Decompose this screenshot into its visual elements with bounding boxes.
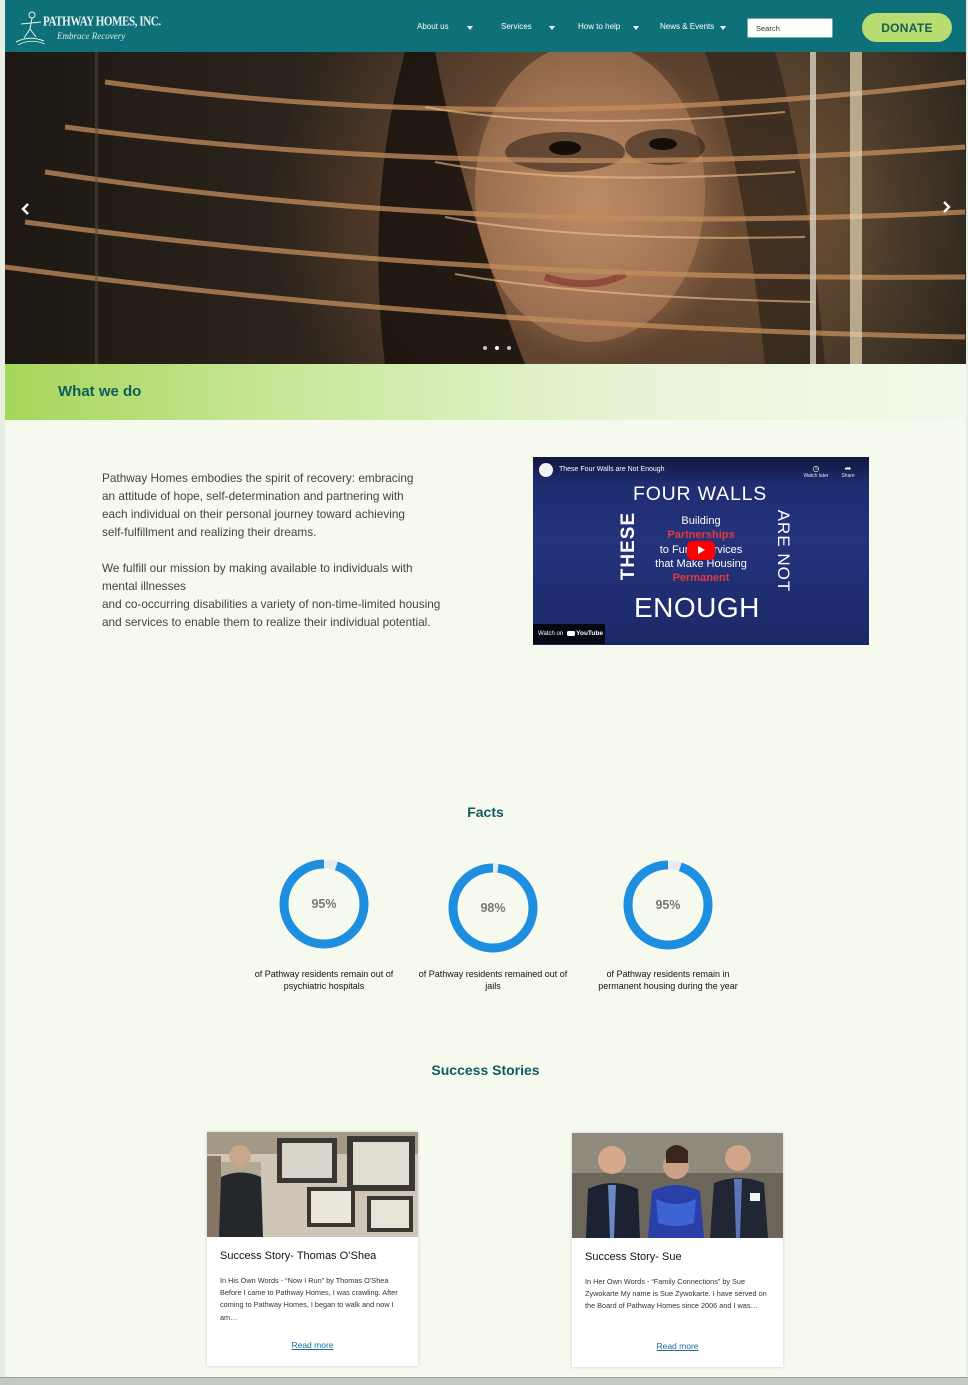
nav-news-events[interactable]: News & Events <box>660 22 714 36</box>
clock-icon: ◷ <box>812 464 820 473</box>
thumb-are-not: ARE NOT <box>774 509 793 593</box>
story-card-sue[interactable]: Success Story- Sue In Her Own Words - “F… <box>572 1133 783 1367</box>
fact-item-3: 95% of Pathway residents remain in perma… <box>598 857 738 991</box>
facts-title: Facts <box>467 804 504 820</box>
nav-news-events-label: News & Events <box>660 22 715 31</box>
site-header: PATHWAY HOMES, INC. Embrace Recovery Abo… <box>5 0 966 52</box>
nav-news-events-chevron-down-icon[interactable] <box>720 26 726 30</box>
fact-value-1: 95% <box>311 897 337 911</box>
window-bottom-strip <box>0 1377 968 1385</box>
story-image-sue[interactable] <box>572 1133 783 1238</box>
hero-carousel[interactable] <box>5 52 966 364</box>
mission-paragraph-1: Pathway Homes embodies the spirit of rec… <box>102 471 414 539</box>
thumb-enough: ENOUGH <box>634 592 760 623</box>
fact-caption-3: of Pathway residents remain in permanent… <box>598 969 738 991</box>
logo-figure-icon <box>15 11 45 45</box>
thumb-these: THESE <box>618 511 639 581</box>
read-more-link-sue[interactable]: Read more <box>572 1341 783 1351</box>
story-photo-sue <box>572 1133 783 1238</box>
fact-caption-1: of Pathway residents remain out of psych… <box>254 969 394 991</box>
nav-how-to-help-label: How to help <box>578 22 621 31</box>
story-photo-thomas <box>207 1132 418 1237</box>
nav-about-us[interactable]: About us <box>417 22 449 36</box>
logo-tagline: Embrace Recovery <box>57 31 126 41</box>
nav-about-us-chevron-down-icon[interactable] <box>467 26 473 30</box>
nav-how-to-help-chevron-down-icon[interactable] <box>633 26 639 30</box>
success-stories-title: Success Stories <box>431 1062 540 1078</box>
share-button[interactable]: ➦ Share <box>831 464 865 479</box>
nav-services-label: Services <box>501 22 532 31</box>
carousel-dot-1[interactable] <box>483 346 487 350</box>
nav-services[interactable]: Services <box>501 22 532 36</box>
fact-value-3: 95% <box>655 898 681 912</box>
nav-how-to-help[interactable]: How to help <box>578 22 620 36</box>
thumb-line-1: Building <box>681 515 721 527</box>
story-title-sue[interactable]: Success Story- Sue <box>585 1251 682 1263</box>
logo[interactable]: PATHWAY HOMES, INC. Embrace Recovery <box>15 11 161 45</box>
fact-value-2: 98% <box>480 901 506 915</box>
story-excerpt-sue: In Her Own Words - “Family Connections” … <box>585 1277 767 1311</box>
story-excerpt-thomas: In His Own Words - “Now I Run” by Thomas… <box>220 1276 398 1322</box>
nav-services-chevron-down-icon[interactable] <box>549 26 555 30</box>
watch-on-label: Watch on <box>538 631 564 637</box>
search-input[interactable] <box>747 18 833 38</box>
channel-avatar[interactable] <box>539 463 553 477</box>
share-icon: ➦ <box>844 464 852 473</box>
what-we-do-band: What we do <box>5 364 966 420</box>
video-embed[interactable]: These Four Walls are Not Enough ◷ Watch … <box>533 457 869 645</box>
story-card-thomas[interactable]: Success Story- Thomas O’Shea In His Own … <box>207 1132 418 1366</box>
mission-paragraph-2: We fulfill our mission by making availab… <box>102 561 441 629</box>
thumb-four-walls: FOUR WALLS <box>633 483 768 505</box>
carousel-dot-3[interactable] <box>507 346 511 350</box>
what-we-do-title: What we do <box>58 383 142 400</box>
fact-item-2: 98% of Pathway residents remained out of… <box>419 860 567 991</box>
watch-on-youtube-button[interactable]: Watch on YouTube <box>533 624 605 644</box>
carousel-dots <box>483 346 511 350</box>
donate-button[interactable]: DONATE <box>862 13 952 42</box>
watch-later-label: Watch later <box>803 473 829 479</box>
play-button[interactable] <box>687 541 715 560</box>
page: PATHWAY HOMES, INC. Embrace Recovery Abo… <box>5 0 966 1385</box>
carousel-prev-chevron-left-icon[interactable] <box>17 200 35 218</box>
thumb-line-5: Permanent <box>672 572 730 585</box>
share-label: Share <box>841 473 855 479</box>
fact-item-1: 95% of Pathway residents remain out of p… <box>254 856 394 991</box>
logo-name: PATHWAY HOMES, INC. <box>43 14 161 29</box>
mission-text: Pathway Homes embodies the spirit of rec… <box>102 469 462 649</box>
story-image-thomas[interactable] <box>207 1132 418 1237</box>
carousel-dot-2[interactable] <box>495 346 499 350</box>
watch-later-button[interactable]: ◷ Watch later <box>799 464 833 479</box>
story-title-thomas[interactable]: Success Story- Thomas O’Shea <box>220 1250 376 1262</box>
hero-image <box>5 52 966 364</box>
nav-about-us-label: About us <box>417 22 449 31</box>
youtube-logo: YouTube <box>567 630 603 637</box>
read-more-link-thomas[interactable]: Read more <box>207 1340 418 1350</box>
video-title[interactable]: These Four Walls are Not Enough <box>559 466 665 473</box>
carousel-next-chevron-right-icon[interactable] <box>937 198 955 216</box>
fact-caption-2: of Pathway residents remained out of jai… <box>418 969 568 991</box>
